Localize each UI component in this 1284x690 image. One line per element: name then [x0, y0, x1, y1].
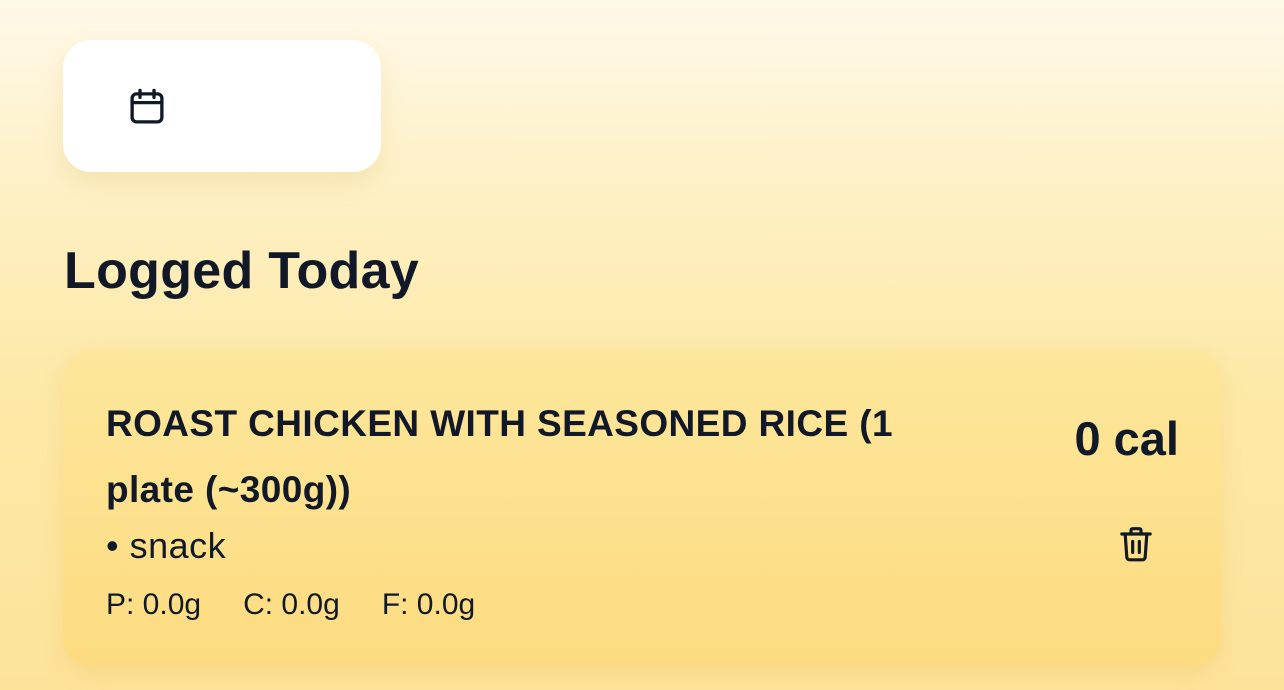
delete-entry-button[interactable]	[1113, 521, 1159, 567]
trash-icon	[1120, 527, 1152, 562]
food-entry-card: ROAST CHICKEN WITH SEASONED RICE (1 plat…	[63, 349, 1221, 667]
date-picker-button[interactable]	[63, 40, 381, 172]
food-entry-calories: 0 cal	[1074, 412, 1179, 465]
macro-protein: P: 0.0g	[106, 588, 202, 621]
macro-fat: F: 0.0g	[381, 588, 476, 621]
food-entry-meal-type: • snack	[106, 525, 227, 566]
food-entry-name: ROAST CHICKEN WITH SEASONED RICE (1 plat…	[106, 403, 893, 510]
calendar-icon	[126, 86, 168, 128]
section-title: Logged Today	[64, 242, 420, 300]
macro-carbs: C: 0.0g	[243, 588, 340, 621]
food-entry-macros: P: 0.0g C: 0.0g F: 0.0g	[106, 585, 475, 625]
